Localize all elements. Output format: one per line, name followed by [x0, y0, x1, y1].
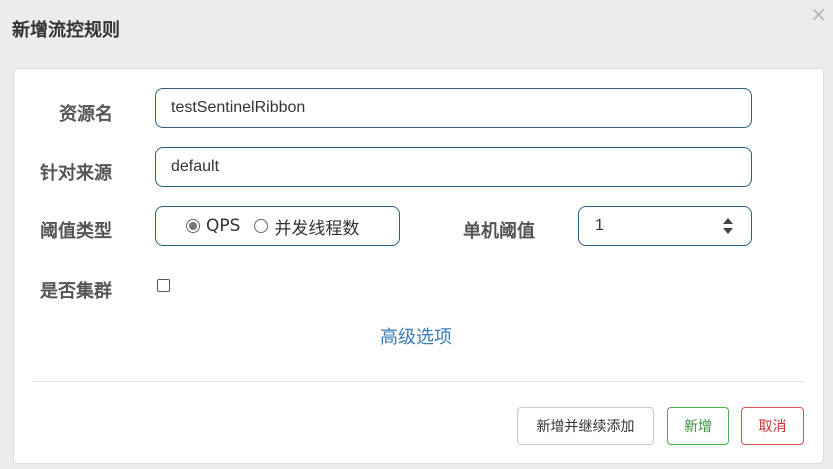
advanced-options-link[interactable]: 高级选项	[380, 323, 452, 349]
close-icon[interactable]: ×	[810, 4, 827, 24]
grade-type-radio-group: QPS 并发线程数	[155, 206, 400, 246]
threshold-value: 1	[595, 217, 604, 234]
divider	[32, 381, 805, 382]
grade-type-label: 阈值类型	[40, 221, 112, 242]
dialog-title: 新增流控规则	[12, 20, 120, 41]
spin-down-icon[interactable]	[723, 228, 733, 234]
origin-label: 针对来源	[40, 163, 112, 184]
grade-option-threads[interactable]: 并发线程数	[254, 214, 359, 239]
radio-unchecked-icon	[254, 219, 269, 233]
threshold-input[interactable]: 1	[578, 206, 752, 246]
resource-name-label: 资源名	[59, 104, 113, 125]
number-spinner-icon[interactable]	[723, 218, 733, 234]
origin-input[interactable]: default	[155, 147, 752, 187]
rule-form-card: 资源名 testSentinelRibbon 针对来源 default 阈值类型…	[13, 68, 824, 464]
grade-option-threads-label: 并发线程数	[274, 218, 360, 239]
resource-name-input[interactable]: testSentinelRibbon	[155, 88, 752, 128]
grade-option-qps[interactable]: QPS	[186, 216, 240, 236]
spin-up-icon[interactable]	[723, 218, 733, 224]
grade-option-qps-label: QPS	[206, 216, 241, 236]
radio-checked-icon	[186, 219, 200, 233]
cancel-button[interactable]: 取消	[741, 407, 804, 445]
add-button[interactable]: 新增	[667, 407, 729, 445]
add-and-continue-button[interactable]: 新增并继续添加	[517, 407, 654, 445]
cluster-label: 是否集群	[40, 281, 112, 302]
threshold-label: 单机阈值	[463, 221, 535, 242]
cluster-checkbox[interactable]	[157, 279, 170, 292]
